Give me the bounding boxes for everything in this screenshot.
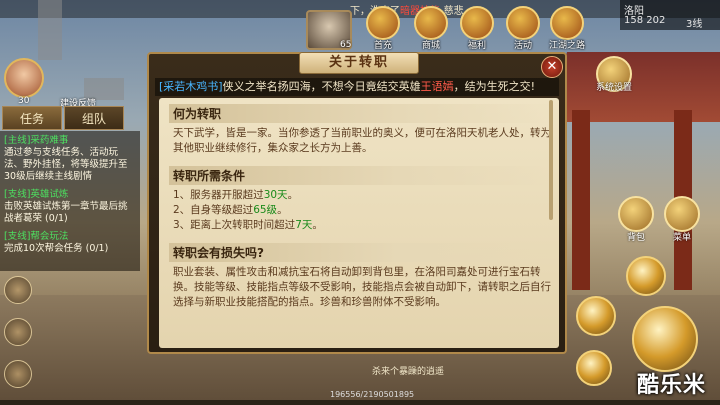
requirement-item: 1、服务器开服超过30天。	[173, 189, 299, 201]
bag-label: 背包	[626, 233, 645, 243]
experience-bar	[0, 400, 720, 405]
system-announcement: [采若木鸡书]侠义之举名扬四海，不想今日竟结交英雄王语嫣，结为生死之交!	[155, 78, 559, 96]
requirement-item: 2、自身等级超过65级。	[173, 204, 288, 216]
announcement-tag[interactable]: [采若木鸡书]	[159, 80, 223, 93]
scrollbar[interactable]	[549, 100, 553, 220]
system-settings-label: 系统设置	[595, 83, 632, 93]
requirements-list: 1、服务器开服超过30天。 2、自身等级超过65级。 3、距离上次转职时间超过7…	[169, 188, 551, 233]
close-button[interactable]: ✕	[541, 56, 563, 78]
menu-label-activity: 活动	[513, 41, 532, 51]
map-coordinates: 158 202	[624, 15, 666, 26]
first-charge-icon[interactable]	[366, 6, 400, 40]
section-body: 天下武学，皆是一家。当你参透了当前职业的奥义，便可在洛阳天机老人处，转为其他职业…	[173, 127, 551, 154]
skill-slot[interactable]	[576, 350, 612, 386]
chat-message: 杀来个暴躁的逍遥	[372, 367, 445, 377]
section-what-is: 何为转职 天下武学，皆是一家。当你参透了当前职业的奥义，便可在洛阳天机老人处，转…	[169, 104, 551, 156]
activity-icon[interactable]	[506, 6, 540, 40]
menu-label-shop: 商城	[421, 41, 440, 51]
shop-icon[interactable]	[414, 6, 448, 40]
skill-slot[interactable]	[576, 296, 616, 336]
job-change-dialog: 关于转职 ✕ [采若木鸡书]侠义之举名扬四海，不想今日竟结交英雄王语嫣，结为生死…	[147, 52, 567, 354]
player-level: 30	[18, 96, 30, 106]
watermark-logo: 酷乐米	[636, 373, 706, 398]
quest-tracker: [主线]采药难事 通过参与支线任务、活动玩法、野外挂怪，将等级提升至30级后继续…	[0, 131, 140, 271]
dialog-title: 关于转职	[299, 52, 419, 74]
hero-name[interactable]: 王语嫣	[421, 80, 454, 93]
tab-task[interactable]: 任务	[2, 106, 62, 130]
tab-team[interactable]: 组队	[64, 106, 124, 130]
requirement-item: 3、距离上次转职时间超过7天。	[173, 219, 323, 231]
bag-icon[interactable]	[618, 196, 654, 232]
menu-label-jianghu-road: 江湖之路	[548, 41, 585, 51]
mount-icon[interactable]	[4, 318, 32, 346]
quest-item[interactable]: [支线]英雄试炼 击败英雄试炼第一章节最后挑战者葛荣 (0/1)	[4, 189, 136, 225]
minimap[interactable]: 洛阳 158 202 3线	[620, 0, 720, 30]
skill-slot[interactable]	[626, 256, 666, 296]
menu-label-welfare: 福利	[467, 41, 486, 51]
section-loss: 转职会有损失吗? 职业套装、属性攻击和减抗宝石将自动卸到背包里，在洛阳司嘉处可进…	[169, 243, 551, 310]
quest-item[interactable]: [主线]采药难事 通过参与支线任务、活动玩法、野外挂怪，将等级提升至30级后继续…	[4, 135, 136, 183]
section-title: 转职会有损失吗?	[169, 243, 551, 262]
section-title: 转职所需条件	[169, 166, 551, 185]
server-line: 3线	[686, 19, 703, 30]
section-title: 何为转职	[169, 104, 551, 123]
section-body: 职业套装、属性攻击和减抗宝石将自动卸到背包里，在洛阳司嘉处可进行宝石转换。技能等…	[173, 266, 551, 308]
top-bar: 下，洗出了暗器技能-慈悲	[0, 0, 720, 18]
quest-item[interactable]: [支线]帮会玩法 完成10次帮会任务 (0/1)	[4, 231, 136, 255]
attack-button[interactable]	[632, 306, 698, 372]
experience-value: 196556/2190501895	[330, 390, 415, 399]
chat-icon[interactable]	[4, 360, 32, 388]
jianghu-road-icon[interactable]	[550, 6, 584, 40]
menu-label: 菜单	[672, 233, 691, 243]
player-avatar[interactable]	[4, 58, 44, 98]
npc-level: 65	[340, 40, 352, 50]
dialog-content[interactable]: 何为转职 天下武学，皆是一家。当你参透了当前职业的奥义，便可在洛阳天机老人处，转…	[159, 98, 559, 348]
menu-icon[interactable]	[664, 196, 700, 232]
auto-path-icon[interactable]	[4, 276, 32, 304]
welfare-icon[interactable]	[460, 6, 494, 40]
menu-label-first-charge: 首充	[373, 41, 392, 51]
mosaic-blur	[38, 0, 62, 60]
task-team-tabs: 任务 组队	[0, 106, 130, 130]
palace-pillar	[572, 110, 590, 290]
section-requirements: 转职所需条件 1、服务器开服超过30天。 2、自身等级超过65级。 3、距离上次…	[169, 166, 551, 233]
